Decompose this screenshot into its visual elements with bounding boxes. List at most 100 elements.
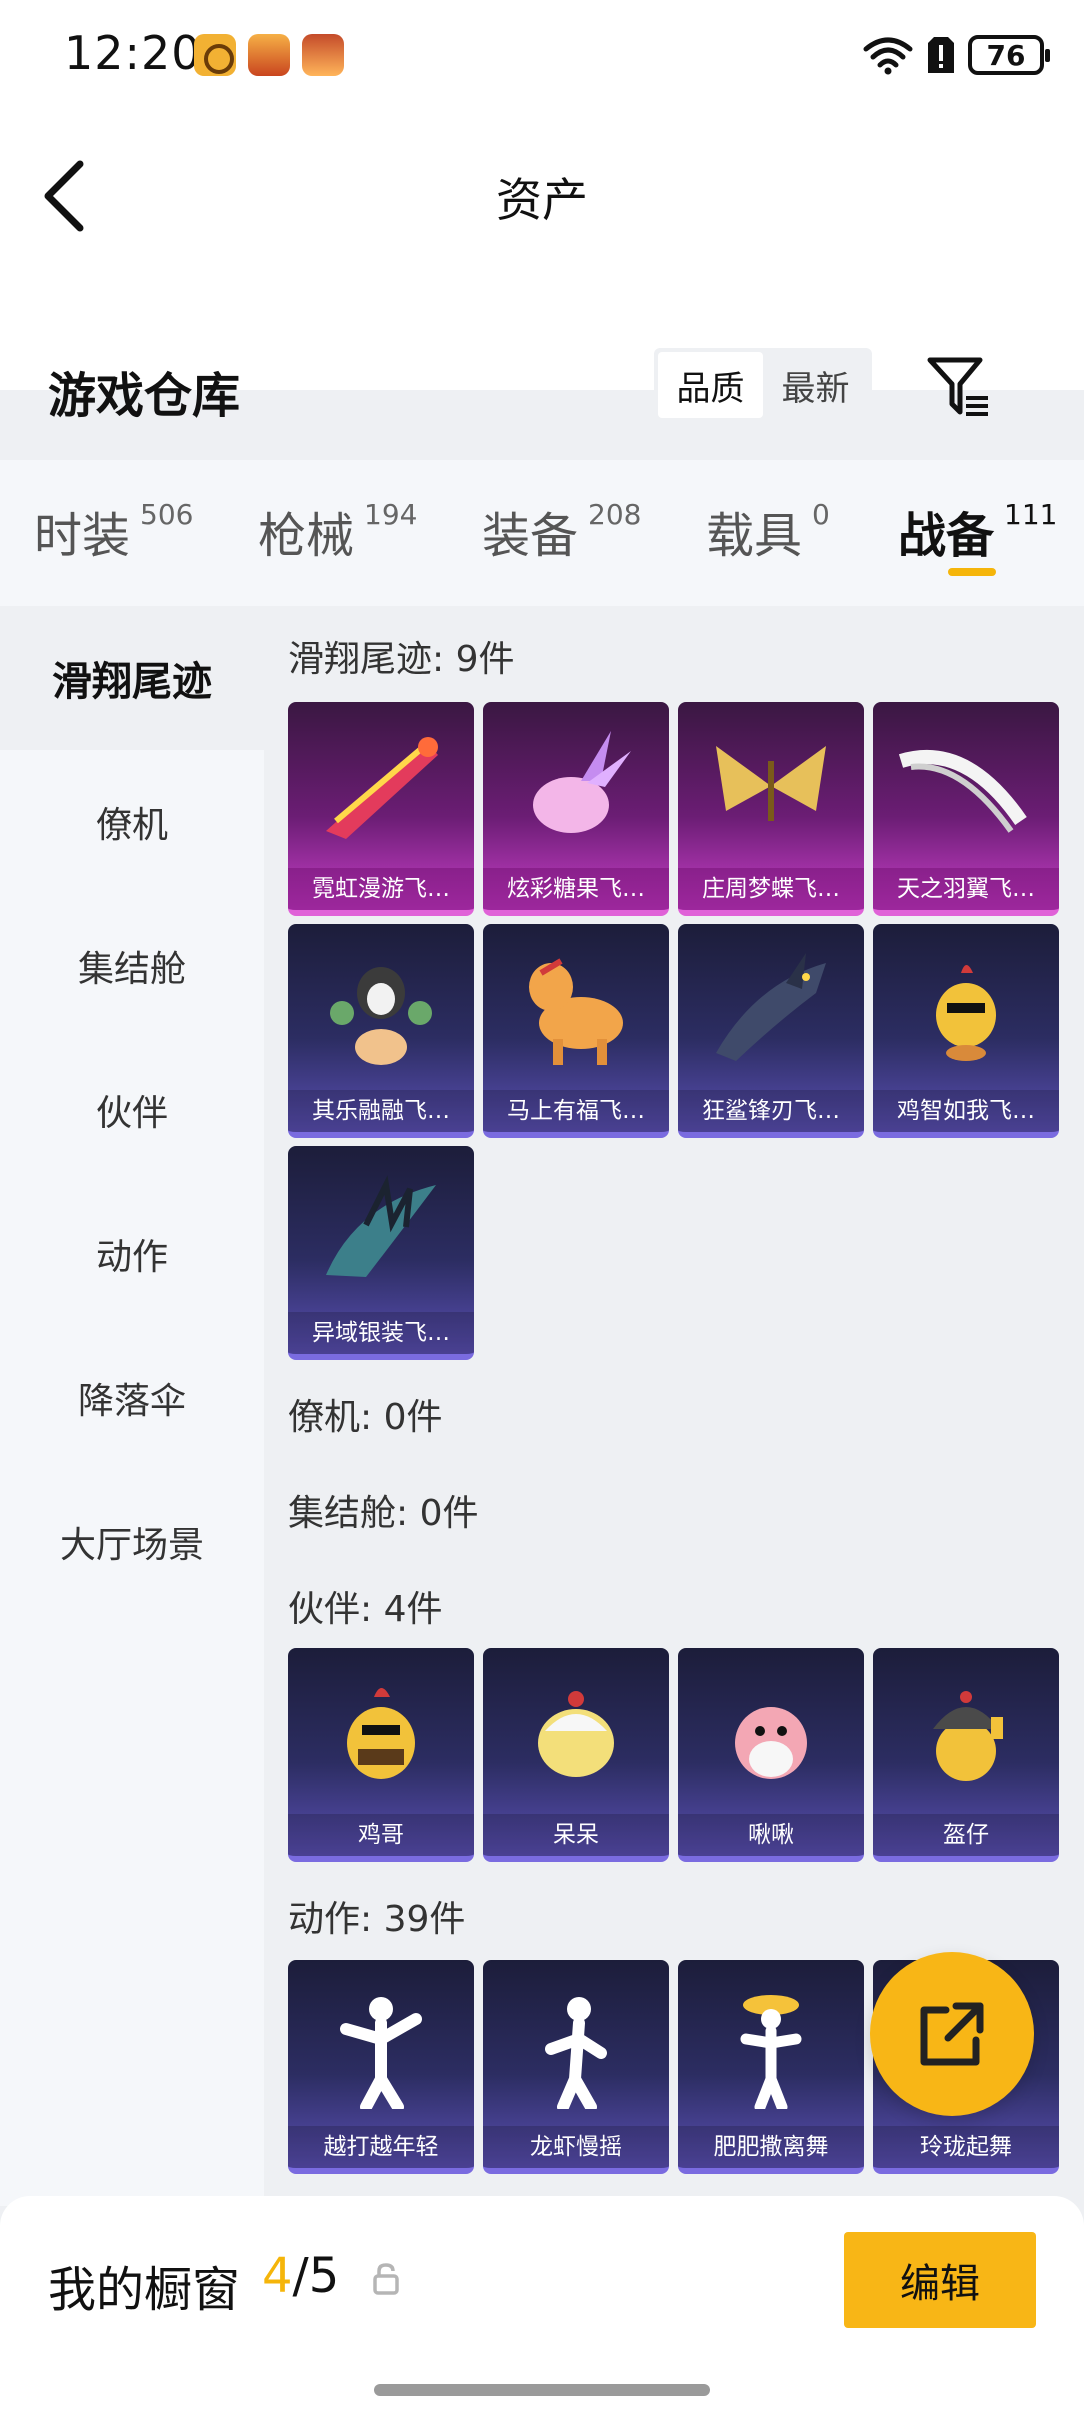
wifi-icon — [863, 37, 913, 75]
status-bar: 12:20 76 — [0, 0, 1084, 110]
item-card[interactable]: 狂鲨锋刃飞… — [678, 924, 864, 1138]
section-title-wingman: 僚机: 0件 — [288, 1397, 443, 1438]
item-art-icon — [288, 924, 474, 1092]
item-art-icon — [288, 1146, 474, 1314]
item-card[interactable]: 鸡智如我飞… — [873, 924, 1059, 1138]
tab-label: 战备 — [898, 508, 995, 564]
item-art-icon — [483, 702, 669, 870]
tab-count: 0 — [812, 498, 830, 531]
game-notification-icon — [248, 34, 290, 76]
sidebar-item-companion[interactable]: 伙伴 — [0, 1038, 264, 1182]
item-name: 玲珑起舞 — [873, 2126, 1059, 2168]
page-title: 资产 — [496, 173, 588, 227]
tab-count: 208 — [588, 498, 642, 531]
item-card[interactable]: 霓虹漫游飞… — [288, 702, 474, 916]
item-name: 越打越年轻 — [288, 2126, 474, 2168]
item-art-icon — [873, 924, 1059, 1092]
section-title-trail: 滑翔尾迹: 9件 — [288, 639, 515, 680]
tab-weapons[interactable]: 枪械 194 — [258, 496, 417, 566]
share-icon — [920, 2002, 984, 2066]
section-title-companion: 伙伴: 4件 — [288, 1589, 443, 1630]
item-card[interactable]: 越打越年轻 — [288, 1960, 474, 2174]
filter-icon[interactable] — [924, 352, 994, 422]
item-name: 霓虹漫游飞… — [288, 868, 474, 910]
sidebar-item-parachute[interactable]: 降落伞 — [0, 1326, 264, 1470]
app-notification-icon — [194, 34, 236, 76]
status-time: 12:20 — [64, 26, 202, 80]
tab-vehicles[interactable]: 载具 0 — [706, 496, 830, 566]
tab-outfit[interactable]: 时装 506 — [34, 496, 193, 566]
sort-toggle: 品质 最新 — [654, 348, 872, 422]
item-art-icon — [873, 702, 1059, 870]
item-card[interactable]: 啾啾 — [678, 1648, 864, 1862]
home-indicator[interactable] — [374, 2384, 710, 2396]
tab-label: 枪械 — [258, 508, 355, 564]
item-art-icon — [873, 1648, 1059, 1816]
item-art-icon — [678, 1648, 864, 1816]
item-art-icon — [288, 1960, 474, 2128]
sidebar-item-lobby-scene[interactable]: 大厅场景 — [0, 1470, 264, 1614]
item-card[interactable]: 肥肥撒离舞 — [678, 1960, 864, 2174]
sort-quality-button[interactable]: 品质 — [658, 352, 763, 418]
item-name: 呆呆 — [483, 1814, 669, 1856]
showcase-total: /5 — [292, 2248, 340, 2304]
item-name: 其乐融融飞… — [288, 1090, 474, 1132]
tab-count: 111 — [1004, 498, 1058, 531]
share-button[interactable] — [870, 1952, 1034, 2116]
header — [0, 110, 1084, 390]
tab-label: 时装 — [34, 508, 131, 564]
item-card[interactable]: 盔仔 — [873, 1648, 1059, 1862]
battery-indicator: 76 — [968, 35, 1050, 75]
item-name: 盔仔 — [873, 1814, 1059, 1856]
item-art-icon — [483, 1960, 669, 2128]
showcase-label: 我的橱窗 — [48, 2262, 241, 2318]
item-name: 龙虾慢摇 — [483, 2126, 669, 2168]
tab-label: 装备 — [482, 508, 579, 564]
tab-label: 载具 — [706, 508, 803, 564]
showcase-bar: 我的橱窗 4/5 编辑 — [0, 2196, 1084, 2412]
tab-battle-gear[interactable]: 战备 111 — [898, 496, 1057, 566]
item-card[interactable]: 其乐融融飞… — [288, 924, 474, 1138]
status-indicators: 76 — [862, 30, 1050, 80]
item-name: 狂鲨锋刃飞… — [678, 1090, 864, 1132]
item-card[interactable]: 鸡哥 — [288, 1648, 474, 1862]
item-art-icon — [288, 702, 474, 870]
item-name: 炫彩糖果飞… — [483, 868, 669, 910]
item-art-icon — [678, 702, 864, 870]
item-name: 马上有福飞… — [483, 1090, 669, 1132]
sidebar-item-trail[interactable]: 滑翔尾迹 — [0, 606, 264, 750]
item-name: 天之羽翼飞… — [873, 868, 1059, 910]
item-art-icon — [678, 924, 864, 1092]
item-card[interactable]: 呆呆 — [483, 1648, 669, 1862]
item-card[interactable]: 马上有福飞… — [483, 924, 669, 1138]
tab-count: 506 — [140, 498, 194, 531]
lock-icon — [373, 2263, 399, 2295]
edit-button[interactable]: 编辑 — [844, 2232, 1036, 2328]
item-art-icon — [483, 1648, 669, 1816]
item-card[interactable]: 天之羽翼飞… — [873, 702, 1059, 916]
item-art-icon — [483, 924, 669, 1092]
sidebar: 滑翔尾迹 僚机 集结舱 伙伴 动作 降落伞 大厅场景 — [0, 606, 264, 2206]
tab-equipment[interactable]: 装备 208 — [482, 496, 641, 566]
category-tabs: 时装 506 枪械 194 装备 208 载具 0 战备 111 — [0, 460, 1084, 606]
tab-active-indicator — [948, 568, 996, 576]
item-card[interactable]: 龙虾慢摇 — [483, 1960, 669, 2174]
section-title-emote: 动作: 39件 — [288, 1899, 466, 1940]
sidebar-item-pod[interactable]: 集结舱 — [0, 894, 264, 1038]
item-name: 异域银装飞… — [288, 1312, 474, 1354]
item-name: 庄周梦蝶飞… — [678, 868, 864, 910]
section-title-pod: 集结舱: 0件 — [288, 1493, 479, 1534]
showcase-count: 4/5 — [262, 2248, 339, 2304]
tab-count: 194 — [364, 498, 418, 531]
showcase-current: 4 — [262, 2248, 293, 2304]
item-art-icon — [678, 1960, 864, 2128]
game-notification-icon-2 — [302, 34, 344, 76]
sort-latest-button[interactable]: 最新 — [763, 352, 868, 418]
sidebar-item-emote[interactable]: 动作 — [0, 1182, 264, 1326]
item-card[interactable]: 庄周梦蝶飞… — [678, 702, 864, 916]
sidebar-item-wingman[interactable]: 僚机 — [0, 750, 264, 894]
item-card[interactable]: 炫彩糖果飞… — [483, 702, 669, 916]
item-card[interactable]: 异域银装飞… — [288, 1146, 474, 1360]
warehouse-title: 游戏仓库 — [48, 368, 241, 424]
alert-icon — [928, 37, 954, 73]
